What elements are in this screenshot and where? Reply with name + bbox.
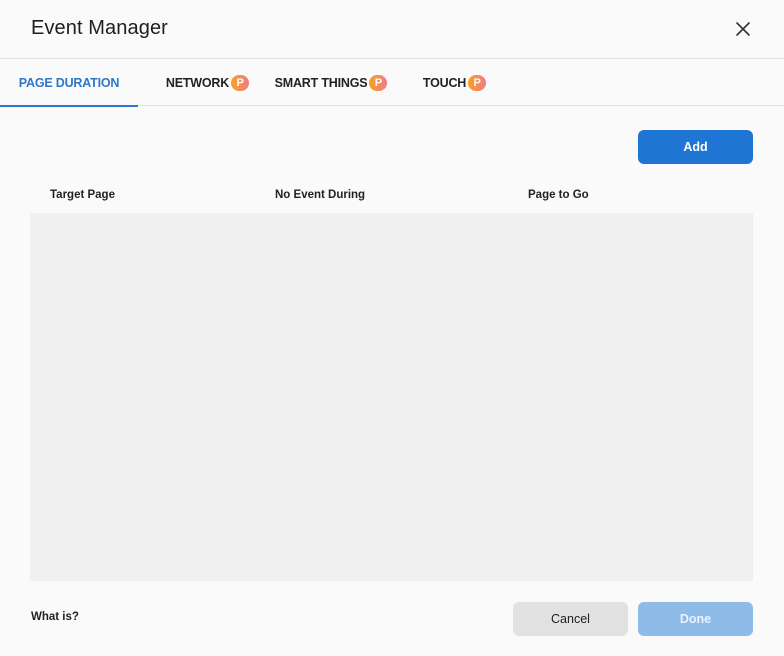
dialog-title: Event Manager	[31, 17, 168, 39]
tab-label: SMART THINGS	[274, 75, 368, 90]
tab-label: NETWORK	[165, 75, 230, 90]
tab-smart-things[interactable]: SMART THINGS P	[272, 59, 390, 106]
premium-badge: P	[369, 74, 388, 91]
column-header-target-page: Target Page	[50, 189, 115, 201]
tab-network[interactable]: NETWORK P	[160, 59, 255, 106]
column-header-no-event-during: No Event During	[275, 189, 366, 201]
tab-bar: PAGE DURATION NETWORK P SMART THINGS P T…	[0, 59, 784, 107]
add-button[interactable]: Add	[638, 130, 753, 164]
event-table-body	[30, 213, 753, 581]
done-button[interactable]: Done	[638, 602, 753, 636]
close-button[interactable]	[731, 17, 755, 41]
column-header-page-to-go: Page to Go	[528, 189, 589, 201]
tab-label: PAGE DURATION	[18, 75, 120, 90]
premium-badge: P	[468, 74, 487, 91]
tab-page-duration[interactable]: PAGE DURATION	[0, 59, 138, 107]
close-icon	[736, 22, 750, 36]
cancel-button[interactable]: Cancel	[513, 602, 628, 636]
premium-badge: P	[231, 74, 250, 91]
tab-label: TOUCH	[422, 75, 467, 90]
tab-touch[interactable]: TOUCH P	[418, 59, 491, 106]
dialog-header: Event Manager	[0, 0, 784, 59]
what-is-link[interactable]: What is?	[31, 611, 79, 623]
